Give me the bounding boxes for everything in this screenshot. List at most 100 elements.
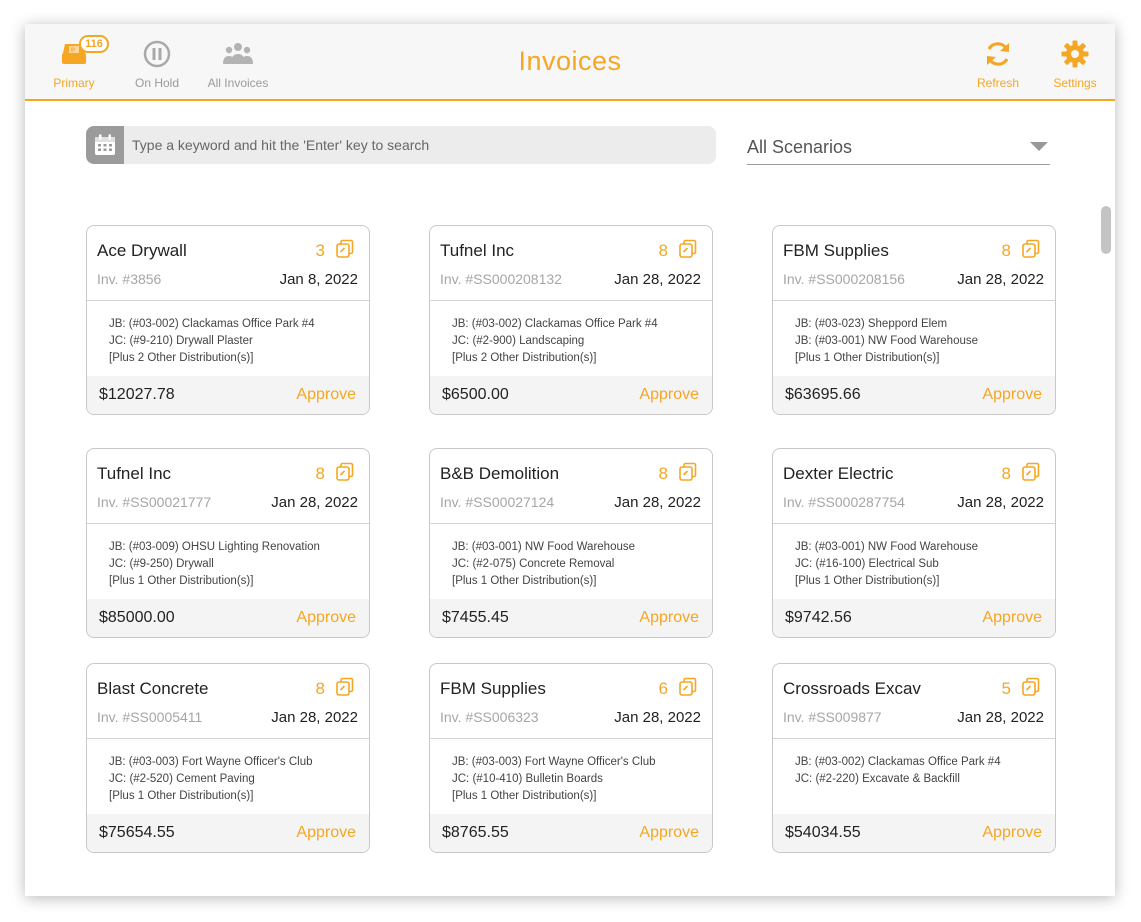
invoice-date: Jan 28, 2022 [271,709,358,726]
attachment-icon[interactable] [678,239,698,259]
distribution-line: JC: (#16-100) Electrical Sub [795,558,939,570]
card-footer: $9742.56 Approve [773,599,1055,637]
distribution-details: JB: (#03-002) Clackamas Office Park #4 JC… [795,754,1001,788]
attachment-icon[interactable] [1021,239,1041,259]
distribution-line: JB: (#03-002) Clackamas Office Park #4 [795,756,1001,768]
attachment-icon[interactable] [678,677,698,697]
attachment-icon[interactable] [335,677,355,697]
approve-button[interactable]: Approve [982,386,1042,404]
distribution-details: JB: (#03-002) Clackamas Office Park #4 JC… [109,316,315,367]
attachment-count: 5 [1001,679,1011,698]
attachment-icon[interactable] [678,462,698,482]
card-divider [87,300,369,301]
card-footer: $75654.55 Approve [87,814,369,852]
invoice-card[interactable]: Tufnel Inc 8 Inv. #SS000208132 Jan 28, 2022… [429,225,713,415]
approve-button[interactable]: Approve [639,386,699,404]
invoice-date: Jan 28, 2022 [614,494,701,511]
attachment-count: 8 [315,679,325,698]
attachment-icon[interactable] [1021,677,1041,697]
invoice-card[interactable]: Tufnel Inc 8 Inv. #SS00021777 Jan 28, 2022 J… [86,448,370,638]
calendar-icon [95,134,115,155]
vendor-name: Ace Drywall [97,241,187,260]
invoice-number: Inv. #SS006323 [440,709,539,725]
invoice-date: Jan 28, 2022 [614,709,701,726]
invoice-amount: $7455.45 [442,609,509,626]
search-input[interactable] [132,135,702,155]
approve-button[interactable]: Approve [296,824,356,842]
scrollbar-thumb[interactable] [1101,206,1111,254]
invoice-number: Inv. #SS009877 [783,709,882,725]
distribution-line: [Plus 1 Other Distribution(s)] [452,790,597,802]
scenario-dropdown[interactable]: All Scenarios [747,132,1050,165]
invoice-date: Jan 28, 2022 [271,494,358,511]
attachment-count: 8 [1001,464,1011,483]
distribution-line: JC: (#2-900) Landscaping [452,335,585,347]
card-divider [773,300,1055,301]
approve-button[interactable]: Approve [639,609,699,627]
invoice-date: Jan 28, 2022 [957,709,1044,726]
invoice-card[interactable]: Blast Concrete 8 Inv. #SS0005411 Jan 28, 20… [86,663,370,853]
invoice-amount: $12027.78 [99,386,175,403]
card-divider [430,300,712,301]
approve-button[interactable]: Approve [982,609,1042,627]
distribution-details: JB: (#03-002) Clackamas Office Park #4 JC… [452,316,658,367]
card-footer: $6500.00 Approve [430,376,712,414]
vendor-name: Crossroads Excav [783,679,921,698]
distribution-line: JB: (#03-003) Fort Wayne Officer's Club [452,756,656,768]
invoice-amount: $54034.55 [785,824,861,841]
attachment-icon[interactable] [335,462,355,482]
settings-button[interactable]: Settings [1047,38,1103,90]
distribution-line: JB: (#03-001) NW Food Warehouse [795,335,979,347]
vendor-name: Tufnel Inc [97,464,172,483]
card-divider [430,738,712,739]
invoice-card[interactable]: B&B Demolition 8 Inv. #SS00027124 Jan 28, 2… [429,448,713,638]
approve-button[interactable]: Approve [982,824,1042,842]
attachment-icon[interactable] [335,239,355,259]
vendor-name: FBM Supplies [783,241,889,260]
invoice-number: Inv. #SS000287754 [783,494,905,510]
vendor-name: FBM Supplies [440,679,546,698]
top-bar: P 116 Primary On Hold All Invoices Invoi… [25,24,1115,101]
invoice-number: Inv. #SS00021777 [97,494,212,510]
approve-button[interactable]: Approve [296,386,356,404]
vendor-name: Blast Concrete [97,679,209,698]
attachment-count: 8 [315,464,325,483]
distribution-details: JB: (#03-003) Fort Wayne Officer's Club J… [452,754,656,805]
distribution-line: JC: (#9-250) Drywall [109,558,214,570]
invoice-card[interactable]: Crossroads Excav 5 Inv. #SS009877 Jan 28, 2… [772,663,1056,853]
distribution-line: JB: (#03-003) Fort Wayne Officer's Club [109,756,313,768]
refresh-button[interactable]: Refresh [970,38,1026,90]
invoice-card[interactable]: FBM Supplies 6 Inv. #SS006323 Jan 28, 2022 J… [429,663,713,853]
distribution-line: JB: (#03-002) Clackamas Office Park #4 [452,318,658,330]
card-footer: $8765.55 Approve [430,814,712,852]
attachment-count: 6 [658,679,668,698]
gear-icon [1061,40,1089,68]
attachment-count: 8 [1001,241,1011,260]
approve-button[interactable]: Approve [296,609,356,627]
invoice-card[interactable]: FBM Supplies 8 Inv. #SS000208156 Jan 28, 20… [772,225,1056,415]
app-window: P 116 Primary On Hold All Invoices Invoi… [25,24,1115,896]
vendor-name: B&B Demolition [440,464,560,483]
invoice-number: Inv. #SS0005411 [97,709,203,725]
card-footer: $7455.45 Approve [430,599,712,637]
invoice-number: Inv. #SS000208156 [783,271,905,287]
scenario-selected: All Scenarios [747,137,853,157]
distribution-details: JB: (#03-001) NW Food Warehouse JC: (#16-… [795,539,978,590]
attachment-icon[interactable] [1021,462,1041,482]
card-footer: $85000.00 Approve [87,599,369,637]
tab-primary-label: Primary [53,76,95,90]
calendar-button[interactable] [86,126,124,164]
invoice-date: Jan 28, 2022 [614,271,701,288]
approve-button[interactable]: Approve [639,824,699,842]
distribution-line: JC: (#2-075) Concrete Removal [452,558,615,570]
distribution-line: JC: (#10-410) Bulletin Boards [452,773,603,785]
invoice-card[interactable]: Dexter Electric 8 Inv. #SS000287754 Jan 28,… [772,448,1056,638]
invoice-amount: $6500.00 [442,386,509,403]
page-title: Invoices [518,46,622,76]
card-divider [773,523,1055,524]
distribution-line: JB: (#03-009) OHSU Lighting Renovation [109,541,320,553]
invoice-card[interactable]: Ace Drywall 3 Inv. #3856 Jan 8, 2022 JB: (#0… [86,225,370,415]
scrollbar[interactable] [1101,206,1111,886]
distribution-details: JB: (#03-003) Fort Wayne Officer's Club J… [109,754,313,805]
attachment-count: 8 [658,241,668,260]
